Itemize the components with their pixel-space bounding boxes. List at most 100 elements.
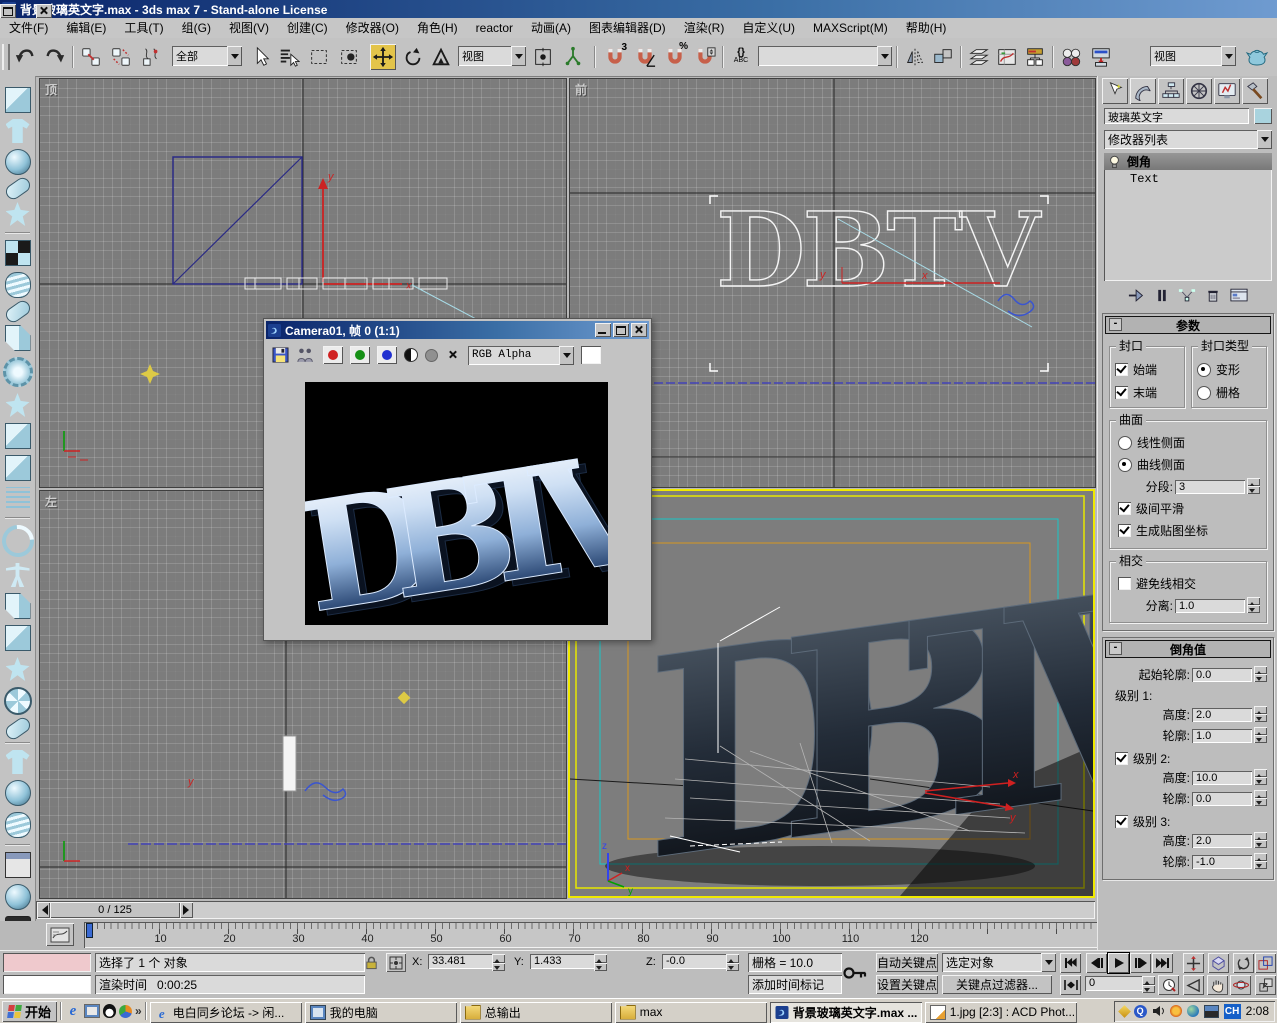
cap-morph-radio[interactable]	[1197, 363, 1211, 377]
add-time-tag[interactable]: 添加时间标记	[748, 975, 842, 994]
boxes2-icon[interactable]	[5, 455, 31, 481]
star-icon[interactable]	[6, 202, 30, 226]
alpha-channel-icon[interactable]	[425, 349, 438, 362]
background-color-swatch[interactable]	[581, 346, 601, 364]
current-frame-field[interactable]: 0	[1085, 976, 1145, 991]
go-to-start-button[interactable]	[1060, 953, 1081, 973]
use-pivot-point-center-button[interactable]	[530, 44, 556, 70]
taskbar-button-3dsmax[interactable]: 背景玻璃英文字.max ...	[770, 1002, 922, 1023]
key-selection-dropdown[interactable]: 选定对象	[942, 953, 1056, 972]
start-outline-spinner[interactable]	[1254, 666, 1267, 682]
zoom-extents-icon[interactable]	[1208, 953, 1229, 973]
spring-icon[interactable]	[5, 272, 31, 298]
angle-snap-toggle-button[interactable]	[632, 44, 658, 70]
menu-item[interactable]: 动画(A)	[522, 18, 580, 38]
start-outline-field[interactable]: 0.0	[1192, 668, 1252, 682]
separation-field[interactable]: 1.0	[1175, 599, 1245, 613]
bevel-values-rollout-header[interactable]: -倒角值	[1105, 640, 1271, 658]
key-mode-toggle-button[interactable]	[1060, 975, 1081, 995]
bind-to-space-warp-icon[interactable]	[138, 44, 164, 70]
field-of-view-icon[interactable]	[1183, 975, 1204, 995]
dropdown-arrow-icon[interactable]	[511, 46, 526, 66]
render-window-titlebar[interactable]: Camera01, 帧 0 (1:1)	[266, 321, 649, 339]
plant-icon[interactable]	[6, 657, 30, 681]
level3-outline-field[interactable]: -1.0	[1192, 855, 1252, 869]
select-and-link-icon[interactable]	[78, 44, 104, 70]
render-scene-dialog-button[interactable]	[1088, 44, 1114, 70]
menu-item[interactable]: reactor	[467, 18, 522, 38]
dropdown-arrow-icon[interactable]	[1041, 953, 1056, 972]
biped-man-icon[interactable]	[6, 563, 30, 587]
tray-clock[interactable]: 2:08	[1246, 1004, 1269, 1018]
menu-item[interactable]: 工具(T)	[115, 18, 172, 38]
absolute-offset-mode-toggle[interactable]	[386, 953, 406, 972]
level1-outline-field[interactable]: 1.0	[1192, 729, 1252, 743]
configure-modifier-sets-icon[interactable]	[1230, 288, 1248, 303]
menu-item[interactable]: 帮助(H)	[897, 18, 956, 38]
play-button[interactable]	[1108, 953, 1129, 973]
open-mini-curve-editor-button[interactable]	[46, 923, 74, 946]
remove-modifier-icon[interactable]	[1206, 288, 1220, 303]
cloth-tshirt-icon[interactable]	[6, 119, 30, 143]
segments-field[interactable]: 3	[1175, 480, 1245, 494]
make-unique-icon[interactable]	[1178, 288, 1196, 303]
menu-item[interactable]: MAXScript(M)	[804, 18, 897, 38]
ie-quicklaunch-icon[interactable]: e	[65, 1003, 81, 1020]
unlink-selection-icon[interactable]	[108, 44, 134, 70]
ball-m-icon[interactable]	[5, 780, 31, 806]
tab-modify[interactable]	[1130, 78, 1156, 104]
x-spinner[interactable]	[492, 954, 505, 971]
frame-spinner[interactable]	[1142, 976, 1155, 993]
selection-filter-dropdown[interactable]: 全部	[172, 46, 242, 66]
redo-button[interactable]	[42, 44, 68, 70]
smooth-across-levels-checkbox[interactable]	[1118, 502, 1131, 515]
checker-icon[interactable]	[5, 240, 31, 266]
window-crossing-toggle-button[interactable]	[336, 44, 362, 70]
separation-spinner[interactable]	[1247, 597, 1260, 613]
tab-display[interactable]	[1214, 78, 1240, 104]
taskbar-button-my-computer[interactable]: 我的电脑	[305, 1002, 457, 1023]
min-max-toggle-icon[interactable]	[1255, 975, 1276, 995]
start-button[interactable]: 开始	[2, 1001, 57, 1022]
asset-browser-icon[interactable]	[5, 884, 31, 910]
select-and-move-button[interactable]	[370, 44, 396, 70]
x-coordinate-field[interactable]: 33.481	[428, 954, 494, 969]
time-slider-right-arrow[interactable]	[180, 902, 193, 918]
zoom-extents-all-icon[interactable]	[1255, 953, 1276, 973]
show-desktop-icon[interactable]	[84, 1004, 100, 1018]
sphere-icon[interactable]	[5, 149, 31, 175]
save-bitmap-icon[interactable]	[272, 347, 289, 363]
y-coordinate-field[interactable]: 1.433	[530, 954, 596, 969]
level1-outline-spinner[interactable]	[1254, 727, 1267, 743]
track-bar-ruler[interactable]: 102030405060708090100110120	[84, 922, 1140, 948]
tab-utilities[interactable]	[1242, 78, 1268, 104]
mirror-button[interactable]	[902, 44, 928, 70]
maxscript-mini-listener-pink[interactable]	[3, 953, 91, 972]
channel-display-dropdown[interactable]: RGB Alpha	[468, 346, 574, 365]
dropdown-arrow-icon[interactable]	[1221, 46, 1236, 66]
level3-height-field[interactable]: 2.0	[1192, 834, 1252, 848]
level2-outline-spinner[interactable]	[1254, 790, 1267, 806]
red-channel-button[interactable]	[323, 346, 343, 364]
stack-item-text[interactable]: Text	[1104, 170, 1272, 187]
level3-outline-spinner[interactable]	[1254, 853, 1267, 869]
menu-item[interactable]: 创建(C)	[278, 18, 337, 38]
qq-messenger-icon[interactable]	[103, 1004, 116, 1018]
material-editor-button[interactable]	[1058, 44, 1084, 70]
render-minimize-button[interactable]	[595, 323, 611, 337]
dialog-window-icon[interactable]	[5, 852, 31, 878]
menu-item[interactable]: 编辑(E)	[57, 18, 115, 38]
more-toolbars-chevron[interactable]: »	[135, 1004, 142, 1018]
door-icon[interactable]	[5, 593, 31, 619]
time-slider-track[interactable]: 0 / 125	[36, 901, 1095, 919]
menu-item[interactable]: 文件(F)	[0, 18, 57, 38]
cap-start-checkbox[interactable]	[1115, 363, 1128, 376]
go-to-end-button[interactable]	[1152, 953, 1173, 973]
undo-button[interactable]	[12, 44, 38, 70]
show-end-result-icon[interactable]	[1156, 288, 1168, 303]
modifier-enabled-bulb-icon[interactable]	[1108, 155, 1121, 169]
blue-channel-button[interactable]	[377, 346, 397, 364]
spiral-m-icon[interactable]	[5, 812, 31, 838]
green-channel-button[interactable]	[350, 346, 370, 364]
previous-frame-button[interactable]	[1086, 953, 1107, 973]
